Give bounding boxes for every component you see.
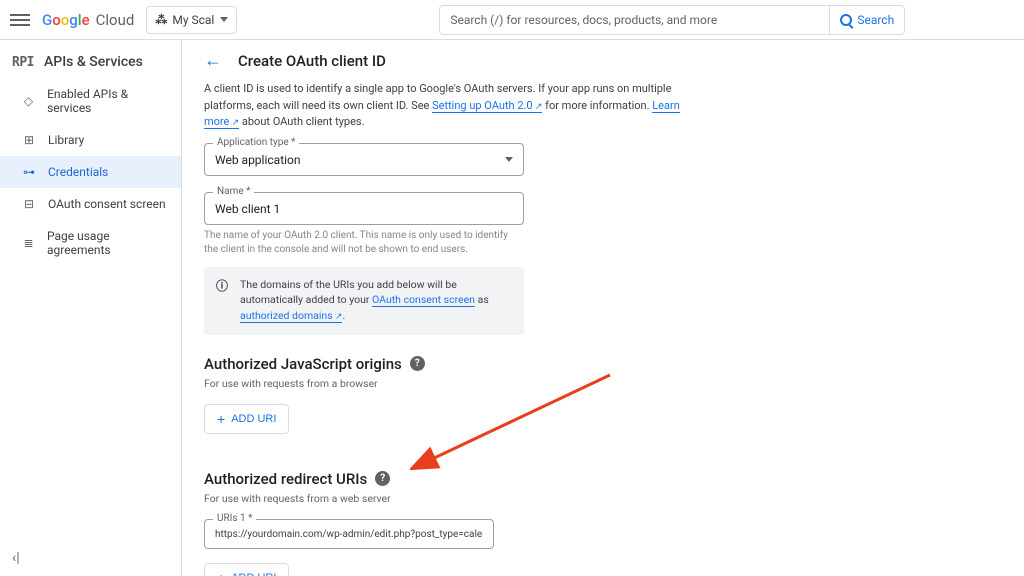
page-title: Create OAuth client ID bbox=[238, 52, 386, 70]
redirect-uris-heading: Authorized redirect URIs ? bbox=[204, 470, 700, 488]
plus-icon: + bbox=[217, 571, 225, 576]
library-icon: ⊞ bbox=[22, 133, 36, 147]
sidebar-item-label: Credentials bbox=[48, 165, 108, 179]
field-label: Application type * bbox=[213, 137, 299, 148]
name-helper-text: The name of your OAuth 2.0 client. This … bbox=[204, 229, 524, 257]
sidebar-item-page-usage[interactable]: ≣ Page usage agreements bbox=[0, 220, 181, 266]
field-value: https://yourdomain.com/wp-admin/edit.php… bbox=[215, 529, 483, 540]
sidebar-item-enabled-apis[interactable]: ◇ Enabled APIs & services bbox=[0, 78, 181, 124]
back-arrow-icon[interactable]: ← bbox=[204, 50, 222, 71]
add-redirect-uri-button[interactable]: + ADD URI bbox=[204, 563, 289, 576]
consent-screen-link[interactable]: OAuth consent screen bbox=[372, 293, 475, 307]
js-origins-subtext: For use with requests from a browser bbox=[204, 377, 700, 390]
help-icon[interactable]: ? bbox=[410, 356, 425, 371]
chevron-down-icon bbox=[220, 17, 228, 22]
sidebar-item-label: Library bbox=[48, 133, 84, 147]
project-name: My Scal bbox=[172, 13, 214, 27]
js-origins-heading: Authorized JavaScript origins ? bbox=[204, 355, 700, 373]
google-cloud-logo[interactable]: Google Cloud bbox=[42, 11, 134, 29]
client-name-input[interactable]: Name * Web client 1 bbox=[204, 192, 524, 225]
content: ← Create OAuth client ID A client ID is … bbox=[182, 40, 1024, 576]
redirect-uri-1-input[interactable]: URIs 1 * https://yourdomain.com/wp-admin… bbox=[204, 519, 494, 549]
search-button[interactable]: Search bbox=[829, 5, 905, 35]
collapse-sidebar-icon[interactable]: ‹| bbox=[12, 550, 20, 566]
setup-oauth-link[interactable]: Setting up OAuth 2.0 bbox=[432, 99, 542, 113]
sidebar-title[interactable]: RPI APIs & Services bbox=[0, 46, 181, 78]
search-input[interactable]: Search (/) for resources, docs, products… bbox=[439, 5, 829, 35]
sidebar: RPI APIs & Services ◇ Enabled APIs & ser… bbox=[0, 40, 182, 576]
dashboard-icon: ◇ bbox=[22, 94, 35, 108]
key-icon: ⊶ bbox=[22, 165, 36, 179]
project-selector[interactable]: ⁂ My Scal bbox=[146, 6, 237, 34]
sidebar-item-label: Page usage agreements bbox=[47, 229, 167, 257]
intro-text: A client ID is used to identify a single… bbox=[204, 81, 700, 131]
topbar: Google Cloud ⁂ My Scal Search (/) for re… bbox=[0, 0, 1024, 40]
help-icon[interactable]: ? bbox=[375, 471, 390, 486]
plus-icon: + bbox=[217, 412, 225, 426]
sidebar-item-library[interactable]: ⊞ Library bbox=[0, 124, 181, 156]
domains-info-box: ⓘ The domains of the URIs you add below … bbox=[204, 267, 524, 335]
sidebar-item-label: Enabled APIs & services bbox=[47, 87, 167, 115]
sidebar-item-credentials[interactable]: ⊶ Credentials bbox=[0, 156, 181, 188]
menu-icon[interactable] bbox=[10, 14, 30, 26]
field-value: Web application bbox=[215, 153, 301, 167]
agreements-icon: ≣ bbox=[22, 236, 35, 250]
sidebar-item-oauth-consent[interactable]: ⊟ OAuth consent screen bbox=[0, 188, 181, 220]
consent-icon: ⊟ bbox=[22, 197, 36, 211]
search-icon bbox=[840, 14, 852, 26]
add-js-uri-button[interactable]: + ADD URI bbox=[204, 404, 289, 434]
redirect-uris-subtext: For use with requests from a web server bbox=[204, 492, 700, 505]
sidebar-item-label: OAuth consent screen bbox=[48, 197, 166, 211]
chevron-down-icon bbox=[505, 157, 513, 162]
project-icon: ⁂ bbox=[155, 13, 166, 27]
info-icon: ⓘ bbox=[216, 277, 228, 325]
api-icon: RPI bbox=[12, 55, 34, 70]
field-value: Web client 1 bbox=[215, 202, 280, 216]
authorized-domains-link[interactable]: authorized domains bbox=[240, 309, 342, 323]
field-label: URIs 1 * bbox=[213, 513, 256, 524]
field-label: Name * bbox=[213, 186, 254, 197]
application-type-select[interactable]: Application type * Web application bbox=[204, 143, 524, 176]
